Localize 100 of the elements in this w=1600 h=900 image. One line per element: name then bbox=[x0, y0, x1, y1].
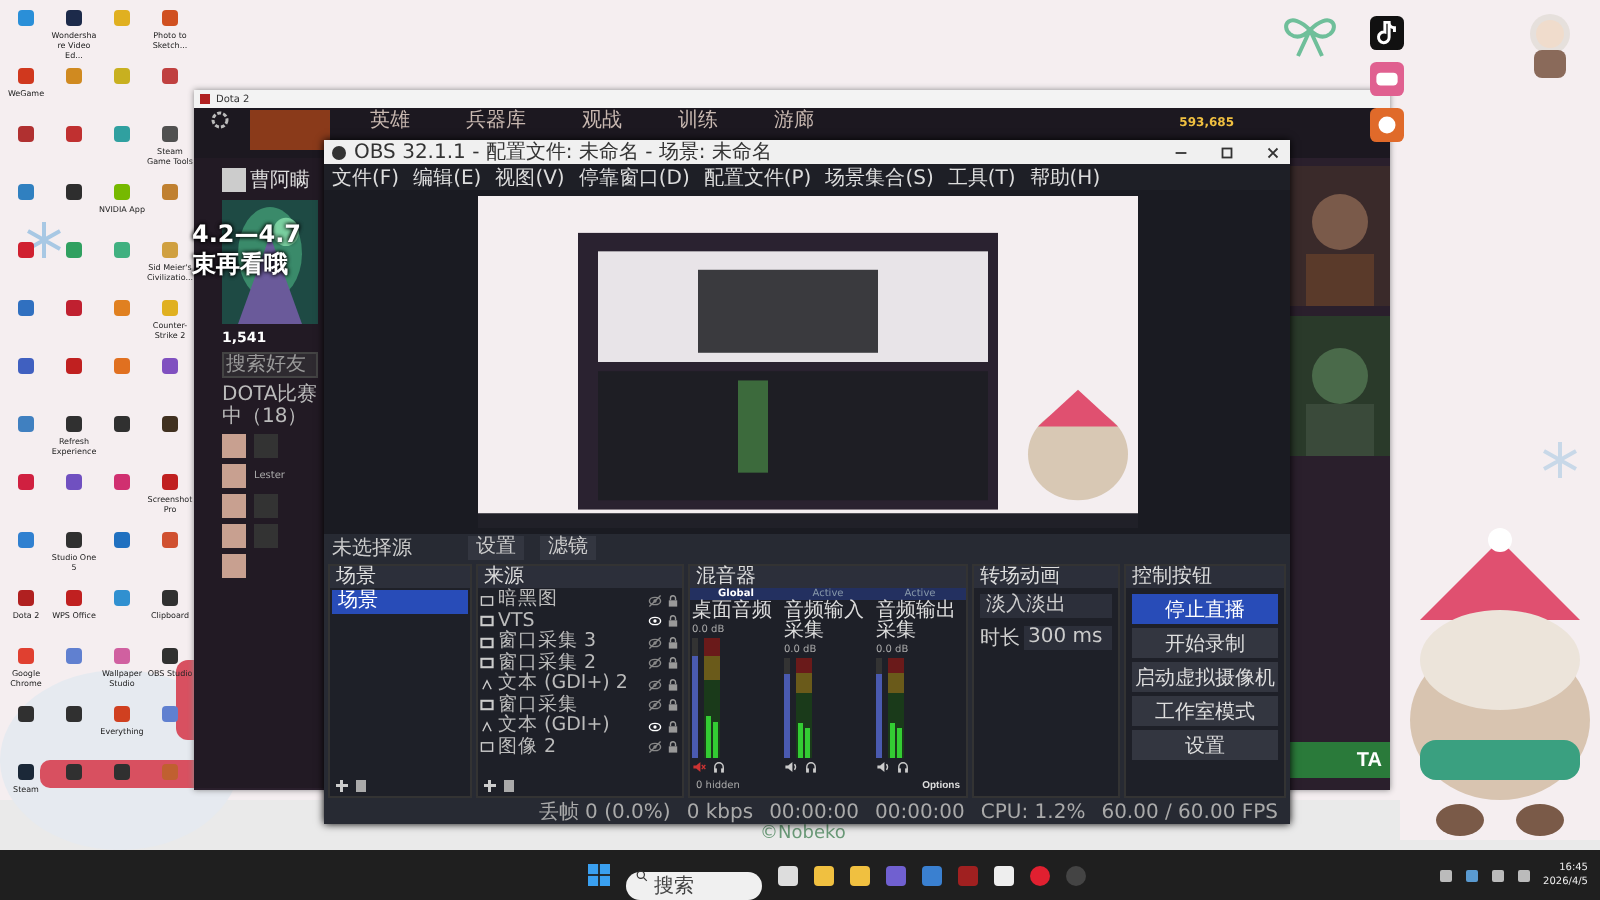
lock-icon[interactable] bbox=[666, 677, 680, 692]
eye-slashed-icon[interactable] bbox=[648, 635, 662, 650]
muted-speaker-icon[interactable] bbox=[692, 760, 706, 774]
app-icon[interactable] bbox=[162, 358, 178, 374]
friends-header[interactable]: DOTA比赛中（18） bbox=[222, 384, 318, 428]
app-icon[interactable] bbox=[162, 416, 178, 432]
nav-tab[interactable]: 兵器库 bbox=[466, 110, 526, 134]
toolbar-button[interactable]: 设置 bbox=[468, 536, 524, 560]
nav-tab[interactable]: 训练 bbox=[678, 110, 718, 134]
source-item[interactable]: VTS bbox=[498, 611, 644, 632]
app-icon[interactable] bbox=[18, 242, 34, 258]
app-icon[interactable] bbox=[162, 590, 178, 606]
lock-icon[interactable] bbox=[666, 635, 680, 650]
app-icon[interactable] bbox=[18, 126, 34, 142]
menu-item[interactable]: 帮助(H) bbox=[1029, 163, 1101, 191]
maximize-icon[interactable] bbox=[1218, 143, 1236, 161]
channel-name[interactable]: 桌面音频 bbox=[692, 602, 772, 622]
app-icon[interactable] bbox=[66, 590, 82, 606]
headphones-icon[interactable] bbox=[804, 760, 818, 774]
app-icon[interactable] bbox=[18, 590, 34, 606]
menu-item[interactable]: 编辑(E) bbox=[413, 163, 482, 191]
search-field[interactable]: 搜索好友 bbox=[222, 352, 318, 378]
volume-slider[interactable] bbox=[876, 658, 882, 758]
lock-icon[interactable] bbox=[666, 740, 680, 755]
source-item[interactable]: 文本 (GDI+) 2 bbox=[498, 674, 644, 695]
app-icon[interactable] bbox=[114, 416, 130, 432]
control-button[interactable]: 开始录制 bbox=[1132, 628, 1278, 658]
control-button[interactable]: 设置 bbox=[1132, 730, 1278, 760]
menu-item[interactable]: 场景集合(S) bbox=[825, 163, 934, 191]
bird-app-icon[interactable] bbox=[1370, 108, 1404, 142]
app-icon[interactable] bbox=[66, 706, 82, 722]
app-icon[interactable] bbox=[162, 68, 178, 84]
app-icon[interactable] bbox=[18, 706, 34, 722]
headphones-icon[interactable] bbox=[712, 760, 726, 774]
eye-slashed-icon[interactable] bbox=[648, 677, 662, 692]
window-icon bbox=[480, 698, 494, 713]
control-button[interactable]: 启动虚拟摄像机 bbox=[1132, 662, 1278, 692]
nav-tab[interactable]: 观战 bbox=[582, 110, 622, 134]
channel-name[interactable]: 音频输入采集 bbox=[784, 602, 872, 642]
app-icon[interactable] bbox=[18, 358, 34, 374]
app-icon[interactable] bbox=[162, 648, 178, 664]
menu-item[interactable]: 工具(T) bbox=[947, 163, 1016, 191]
lock-icon[interactable] bbox=[666, 656, 680, 671]
app-icon[interactable] bbox=[66, 300, 82, 316]
source-item[interactable]: 暗黑图 bbox=[498, 590, 644, 611]
source-item[interactable]: 图像 2 bbox=[498, 737, 644, 758]
start-icon[interactable] bbox=[588, 864, 610, 886]
eye-slashed-icon[interactable] bbox=[648, 698, 662, 713]
play-button[interactable]: TA bbox=[1290, 742, 1390, 778]
eye-icon[interactable] bbox=[648, 614, 662, 629]
eye-icon[interactable] bbox=[648, 719, 662, 734]
nav-tab[interactable]: 游廊 bbox=[774, 110, 814, 134]
app-icon[interactable] bbox=[18, 764, 34, 780]
search-field[interactable]: 搜索 bbox=[626, 872, 762, 900]
volume-slider[interactable] bbox=[692, 638, 698, 758]
app-icon[interactable] bbox=[114, 532, 130, 548]
volume-slider[interactable] bbox=[784, 658, 790, 758]
app-icon[interactable] bbox=[66, 10, 82, 26]
channel-name[interactable]: 音频输出采集 bbox=[876, 602, 964, 642]
app-icon[interactable] bbox=[18, 300, 34, 316]
selected-source-label: 未选择源 bbox=[332, 535, 414, 562]
app-icon[interactable] bbox=[66, 126, 82, 142]
add-icon[interactable] bbox=[336, 780, 348, 792]
game-logo-icon bbox=[200, 94, 210, 104]
menu-item[interactable]: 视图(V) bbox=[495, 163, 565, 191]
source-item[interactable]: 窗口采集 bbox=[498, 695, 644, 716]
lock-icon[interactable] bbox=[666, 614, 680, 629]
app-icon[interactable] bbox=[162, 474, 178, 490]
music-note-icon[interactable] bbox=[1370, 16, 1404, 50]
app-icon[interactable] bbox=[66, 416, 82, 432]
menu-item[interactable]: 文件(F) bbox=[332, 163, 400, 191]
app-icon[interactable] bbox=[66, 474, 82, 490]
settings-icon[interactable] bbox=[210, 110, 230, 130]
app-icon[interactable] bbox=[66, 184, 82, 200]
scene-item[interactable]: 场景 bbox=[332, 590, 468, 614]
source-item[interactable]: 窗口采集 2 bbox=[498, 653, 644, 674]
lock-icon[interactable] bbox=[666, 719, 680, 734]
app-icon[interactable] bbox=[66, 358, 82, 374]
lock-icon[interactable] bbox=[666, 698, 680, 713]
lock-icon[interactable] bbox=[666, 593, 680, 608]
chat-app-icon[interactable] bbox=[1370, 62, 1404, 96]
app-icon[interactable] bbox=[162, 126, 178, 142]
eye-slashed-icon[interactable] bbox=[648, 593, 662, 608]
eye-slashed-icon[interactable] bbox=[648, 740, 662, 755]
source-item[interactable]: 窗口采集 3 bbox=[498, 632, 644, 653]
eye-slashed-icon[interactable] bbox=[648, 656, 662, 671]
menu-item[interactable]: 停靠窗口(D) bbox=[578, 163, 690, 191]
control-button[interactable]: 停止直播 bbox=[1132, 594, 1278, 624]
headphones-icon[interactable] bbox=[896, 760, 910, 774]
app-icon[interactable] bbox=[66, 532, 82, 548]
close-icon[interactable] bbox=[1264, 143, 1282, 161]
menu-item[interactable]: 配置文件(P) bbox=[703, 163, 812, 191]
dock-title: 转场动画 bbox=[974, 566, 1118, 588]
duration-field[interactable]: 300 ms bbox=[1024, 626, 1112, 650]
nav-tab[interactable]: 英雄 bbox=[370, 110, 410, 134]
transition-dropdown[interactable]: 淡入淡出 bbox=[980, 594, 1112, 618]
source-item[interactable]: 文本 (GDI+) bbox=[498, 716, 644, 737]
toolbar-button[interactable]: 滤镜 bbox=[540, 536, 596, 560]
add-icon[interactable] bbox=[484, 780, 496, 792]
control-button[interactable]: 工作室模式 bbox=[1132, 696, 1278, 726]
